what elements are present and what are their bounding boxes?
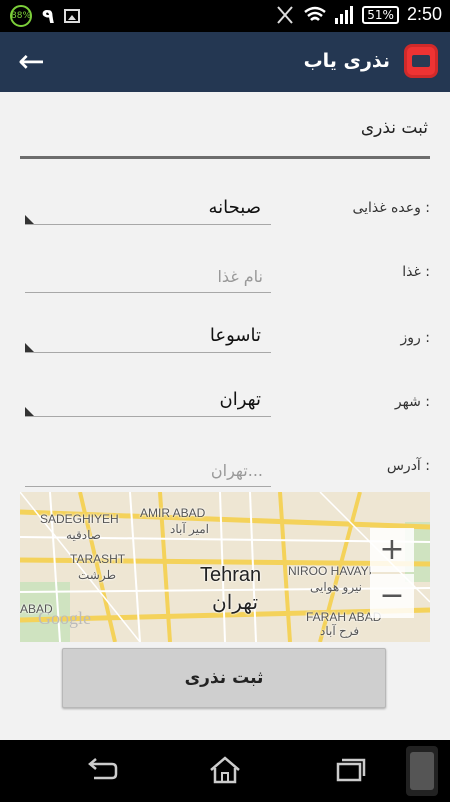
submit-button[interactable]: ثبت نذری xyxy=(62,648,386,708)
map-label-sadeghiyeh-en: SADEGHIYEH xyxy=(40,512,119,526)
app-logo-icon xyxy=(404,44,438,78)
spinner-arrow-icon xyxy=(25,215,34,224)
app-title: نذری یاب xyxy=(303,50,390,72)
google-logo: Google xyxy=(38,608,91,628)
city-value: تهران xyxy=(219,389,261,410)
meal-spinner[interactable]: صبحانه xyxy=(25,196,271,225)
day-label: روز : xyxy=(400,330,430,346)
map-label-tarasht-en: TARASHT xyxy=(70,552,126,566)
address-placeholder: تهران... xyxy=(210,461,263,480)
image-icon xyxy=(64,9,81,23)
zoom-out-button[interactable]: − xyxy=(370,574,414,618)
map-label-amir-abad-en: AMIR ABAD xyxy=(140,506,206,520)
map-label-tarasht-fa: طرشت xyxy=(78,568,117,582)
zoom-in-button[interactable]: + xyxy=(370,528,414,572)
day-spinner[interactable]: تاسوعا xyxy=(25,324,271,353)
food-placeholder: نام غذا xyxy=(217,267,263,286)
meal-value: صبحانه xyxy=(208,197,261,218)
food-label: غذا : xyxy=(402,264,430,280)
address-input[interactable]: تهران... xyxy=(25,458,271,487)
city-label: شهر : xyxy=(394,394,430,410)
address-label: آدرس : xyxy=(386,458,430,474)
map-label-sadeghiyeh-fa: صادقیه xyxy=(66,528,101,542)
meal-label: وعده غذایی : xyxy=(352,200,430,216)
signal-icon xyxy=(335,5,354,24)
map-label-niroo-havayi-en: NIROO HAVAYI xyxy=(288,564,373,578)
vibrate-off-icon xyxy=(277,5,294,24)
navigation-bar xyxy=(0,740,450,802)
arrow-left-icon[interactable]: ← xyxy=(18,45,45,77)
status-bar: 88% ۹ 51% 2:50 xyxy=(0,0,450,32)
recents-icon[interactable] xyxy=(332,754,368,786)
map-label-niroo-havayi-fa: نیرو هوایی xyxy=(310,580,362,594)
map-label-tehran-fa: تهران xyxy=(212,592,259,614)
map-view[interactable]: SADEGHIYEH صادقیه AMIR ABAD امیر آباد TA… xyxy=(20,492,430,642)
map-label-amir-abad-fa: امیر آباد xyxy=(170,522,210,536)
wifi-icon xyxy=(304,6,327,21)
battery-saver-icon: 88% xyxy=(10,5,32,27)
home-icon[interactable] xyxy=(207,754,243,786)
clock: 2:50 xyxy=(406,4,442,24)
app-bar: ← نذری یاب xyxy=(0,32,450,92)
city-spinner[interactable]: تهران xyxy=(25,388,271,417)
store-badge-icon xyxy=(406,746,438,796)
notification-digit: ۹ xyxy=(42,4,55,28)
map-label-farah-abad-fa: فرح آباد xyxy=(320,624,360,638)
main-content: ثبت نذری وعده غذایی : صبحانه غذا : نام غ… xyxy=(0,92,450,740)
battery-indicator: 51% xyxy=(362,5,399,24)
back-icon[interactable] xyxy=(84,754,120,786)
food-name-input[interactable]: نام غذا xyxy=(25,264,271,293)
spinner-arrow-icon xyxy=(25,407,34,416)
spinner-arrow-icon xyxy=(25,343,34,352)
map-label-tehran-en: Tehran xyxy=(200,564,262,586)
day-value: تاسوعا xyxy=(209,325,261,346)
section-divider xyxy=(20,156,430,159)
section-title: ثبت نذری xyxy=(360,118,428,138)
